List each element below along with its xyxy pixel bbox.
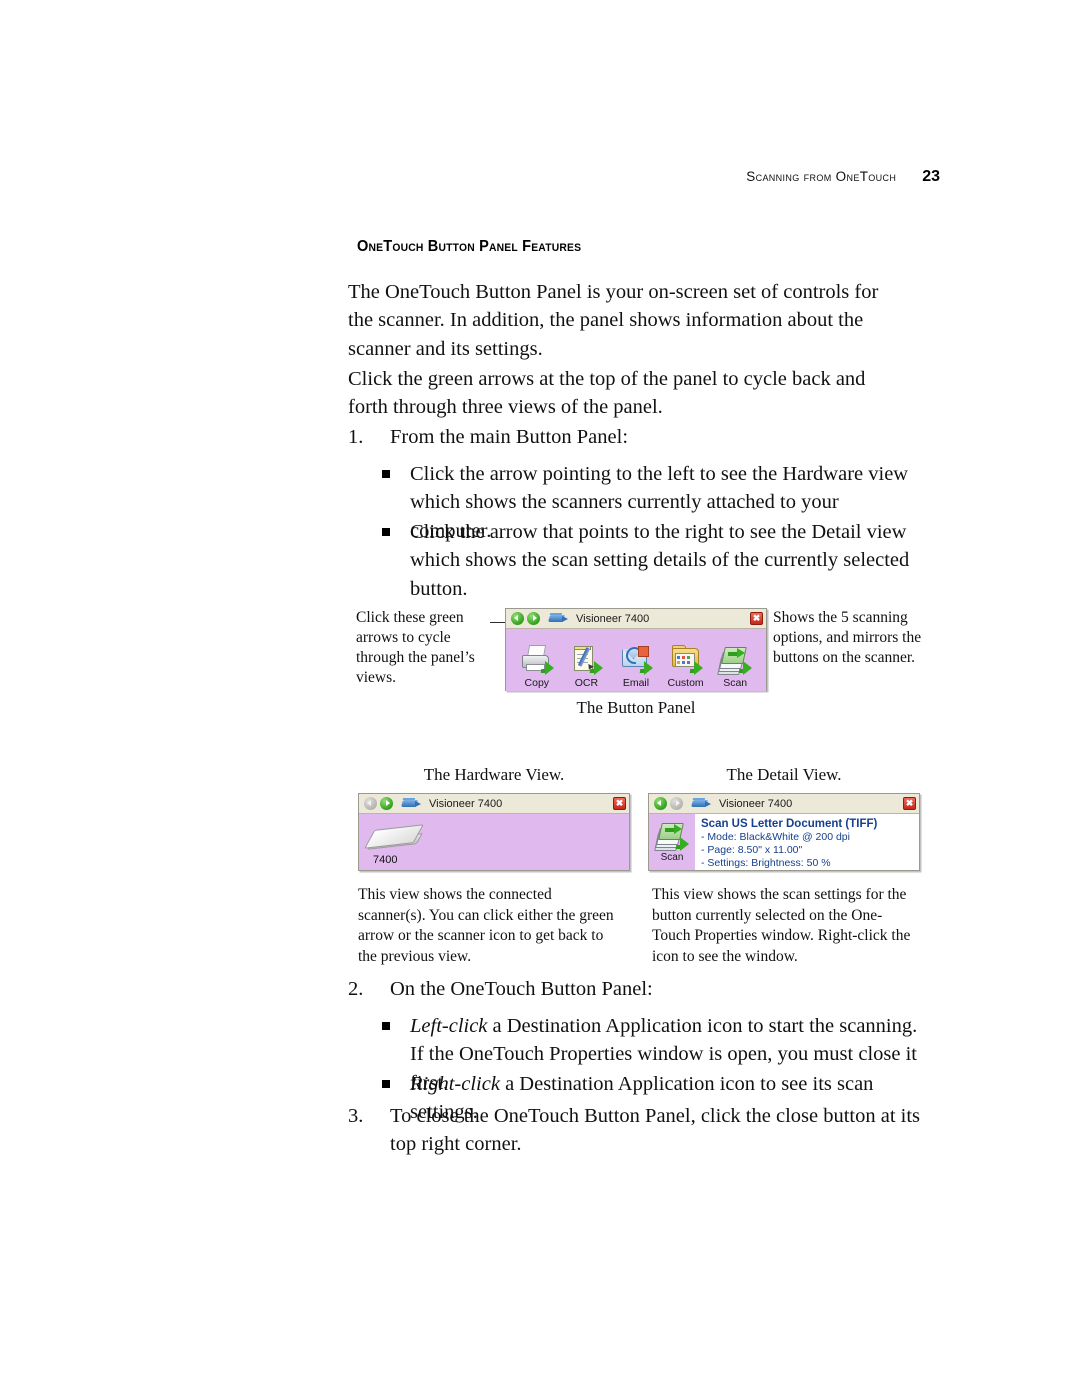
button-label: Copy <box>524 677 550 689</box>
previous-view-arrow-icon[interactable] <box>511 612 524 625</box>
hardware-panel-body: 7400 <box>359 814 629 870</box>
scan-stack-icon <box>717 645 753 675</box>
detail-view-note: This view shows the scan settings for th… <box>652 886 911 965</box>
bullet-right-click-lead: Right-click <box>410 1073 500 1095</box>
button-label: Custom <box>667 677 704 689</box>
panel-title-bar: Visioneer 7400 ✖ <box>506 609 766 629</box>
next-view-arrow-icon[interactable] <box>380 797 393 810</box>
destination-button-scan[interactable]: Scan <box>710 645 760 689</box>
bullet-marker-icon <box>382 470 390 478</box>
panel-title-text: Visioneer 7400 <box>576 612 650 625</box>
previous-view-arrow-icon[interactable] <box>654 797 667 810</box>
scanner-glyph-icon <box>547 612 568 625</box>
figure-caption: The Button Panel <box>576 698 696 717</box>
destination-button-custom[interactable]: Custom <box>661 645 711 689</box>
panel-title-bar: Visioneer 7400 ✖ <box>649 794 919 814</box>
panel-title-text: Visioneer 7400 <box>429 797 503 810</box>
folder-icon <box>669 645 703 675</box>
scanner-glyph-icon <box>690 797 711 810</box>
close-icon: ✖ <box>615 798 624 808</box>
hardware-view-panel[interactable]: Visioneer 7400 ✖ 7400 <box>358 793 630 871</box>
page-number: 23 <box>922 168 940 185</box>
running-head-title: Scanning from OneTouch <box>746 169 897 184</box>
scanner-device-label: 7400 <box>373 854 398 866</box>
detail-line-settings: - Settings: Brightness: 50 % <box>701 856 831 869</box>
close-button[interactable]: ✖ <box>613 797 626 810</box>
panel-title-text: Visioneer 7400 <box>719 797 793 810</box>
panel-button-row: Copy OCR Email Custom Scan <box>506 629 766 691</box>
scanner-glyph-icon <box>400 797 421 810</box>
button-label: Email <box>622 677 650 689</box>
running-header: Scanning from OneTouch 23 <box>340 168 940 186</box>
detail-view-panel[interactable]: Visioneer 7400 ✖ Scan Scan US Letter Doc… <box>648 793 920 871</box>
step-3-number: 3. <box>348 1105 364 1127</box>
detail-selected-button[interactable]: Scan <box>649 814 695 870</box>
close-button[interactable]: ✖ <box>903 797 916 810</box>
paragraph-intro: The OneTouch Button Panel is your on-scr… <box>348 281 879 360</box>
annotation-left-text: Click these green arrows to cycle throug… <box>356 609 475 686</box>
printer-icon <box>520 645 554 675</box>
previous-view-arrow-icon <box>364 797 377 810</box>
notepad-pen-icon <box>569 645 604 675</box>
panel-nav-arrows <box>511 612 540 625</box>
close-icon: ✖ <box>752 613 761 623</box>
figure-hardware-view: The Hardware View. Visioneer 7400 ✖ 7400 <box>358 765 630 871</box>
bullet-marker-icon <box>382 528 390 536</box>
next-view-arrow-icon[interactable] <box>527 612 540 625</box>
button-label: OCR <box>574 677 599 689</box>
panel-title-bar: Visioneer 7400 ✖ <box>359 794 629 814</box>
close-icon: ✖ <box>905 798 914 808</box>
bullet-detail-view-text: Click the arrow that points to the right… <box>410 521 910 600</box>
step-2-text: On the OneTouch Button Panel: <box>390 978 653 1000</box>
detail-settings-info: Scan US Letter Document (TIFF) - Mode: B… <box>695 814 881 870</box>
close-button[interactable]: ✖ <box>750 612 763 625</box>
document-page: Scanning from OneTouch 23 OneTouch Butto… <box>0 0 1080 1397</box>
scanner-device-icon[interactable] <box>364 823 424 855</box>
onetouch-button-panel[interactable]: Visioneer 7400 ✖ Copy OCR Email Custom S… <box>505 608 767 691</box>
button-label: Scan <box>723 677 748 689</box>
bullet-marker-icon <box>382 1022 390 1030</box>
detail-line-mode: - Mode: Black&White @ 200 dpi <box>701 831 850 843</box>
section-heading: OneTouch Button Panel Features <box>357 238 582 255</box>
hardware-view-title: The Hardware View. <box>423 765 565 784</box>
paragraph-arrows: Click the green arrows at the top of the… <box>348 368 866 419</box>
detail-panel-body: Scan Scan US Letter Document (TIFF) - Mo… <box>649 814 919 870</box>
panel-nav-arrows <box>654 797 683 810</box>
detail-view-title: The Detail View. <box>726 765 842 784</box>
detail-line-page: - Page: 8.50" x 11.00" <box>701 843 803 856</box>
step-2-number: 2. <box>348 978 364 1000</box>
bullet-left-click-lead: Left-click <box>410 1015 488 1037</box>
annotation-right-text: Shows the 5 scanning options, and mirror… <box>773 609 922 666</box>
detail-heading: Scan US Letter Document (TIFF) <box>701 818 878 830</box>
next-view-arrow-icon <box>670 797 683 810</box>
hardware-view-note: This view shows the connected scanner(s)… <box>358 886 614 965</box>
step-1-text: From the main Button Panel: <box>390 426 629 448</box>
figure-button-panel: Click these green arrows to cycle throug… <box>350 600 930 720</box>
step-1-number: 1. <box>348 426 364 448</box>
destination-button-ocr[interactable]: OCR <box>562 645 612 689</box>
email-icon <box>619 643 653 675</box>
destination-button-copy[interactable]: Copy <box>512 645 562 689</box>
figure-detail-view: The Detail View. Visioneer 7400 ✖ Scan S… <box>648 765 920 871</box>
panel-body: Copy OCR Email Custom Scan <box>506 629 766 691</box>
scan-stack-icon <box>654 821 689 851</box>
panel-nav-arrows <box>364 797 393 810</box>
detail-button-label: Scan <box>660 852 684 863</box>
step-3-text: To close the OneTouch Button Panel, clic… <box>390 1105 921 1156</box>
bullet-marker-icon <box>382 1080 390 1088</box>
destination-button-email[interactable]: Email <box>611 643 661 689</box>
